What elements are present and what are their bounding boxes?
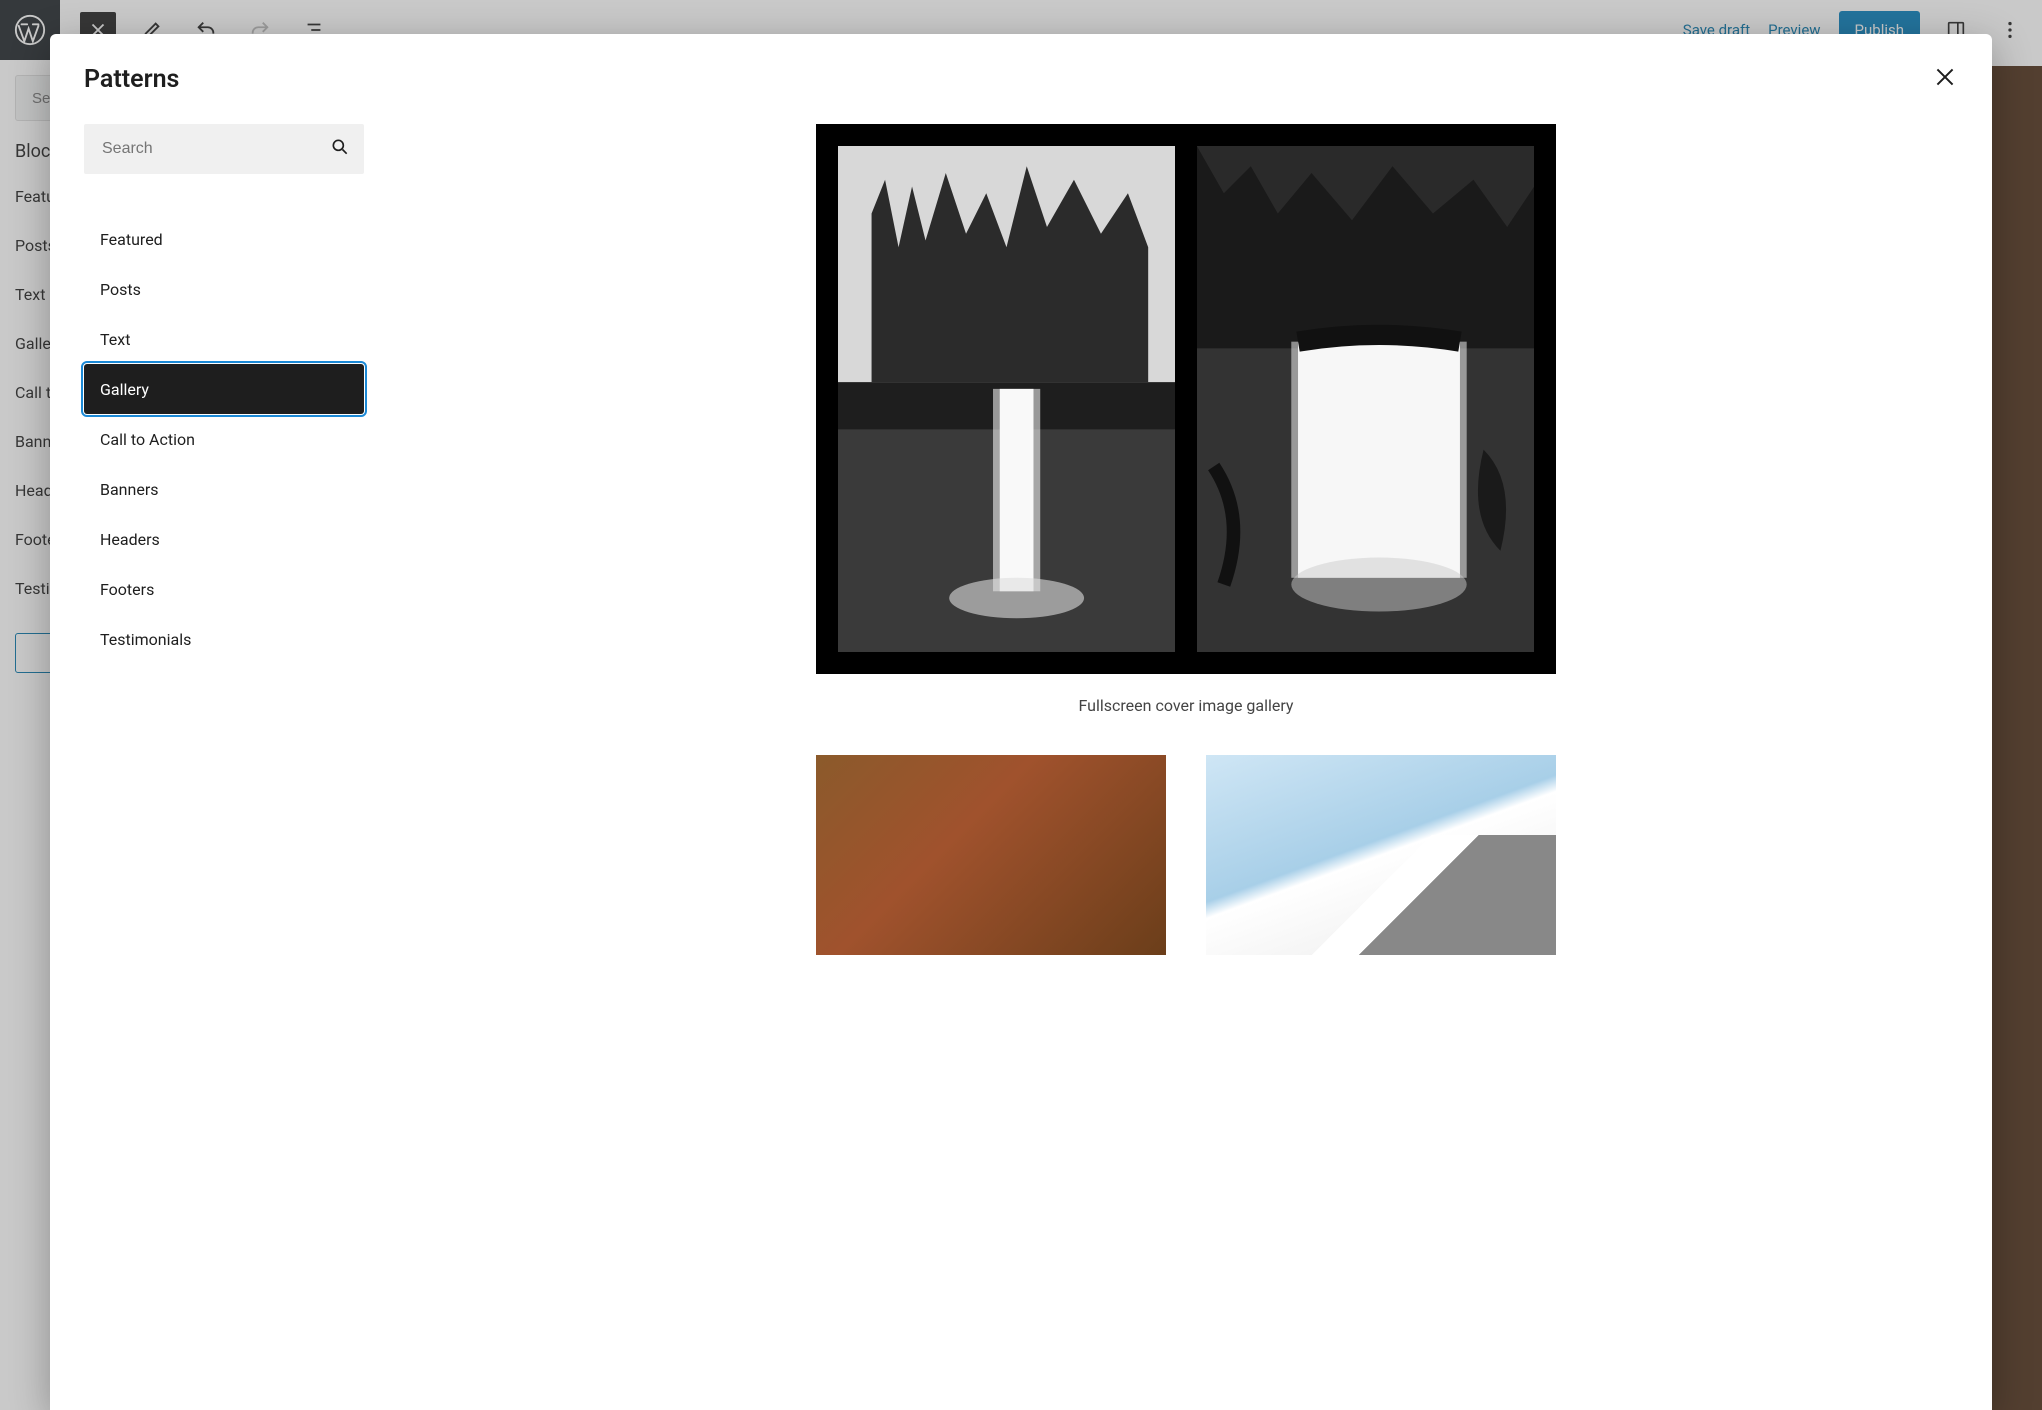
- category-gallery[interactable]: Gallery: [84, 364, 364, 414]
- pattern-preview-thumb[interactable]: [1206, 755, 1556, 955]
- pattern-label: Fullscreen cover image gallery: [816, 674, 1556, 755]
- preview-image-left: [838, 146, 1175, 652]
- modal-close-button[interactable]: [1932, 64, 1958, 94]
- pattern-card-fullscreen-gallery: Fullscreen cover image gallery: [816, 124, 1556, 755]
- category-text[interactable]: Text: [84, 314, 364, 364]
- pattern-search-wrap: [84, 124, 364, 174]
- pattern-search-input[interactable]: [84, 124, 364, 174]
- category-footers[interactable]: Footers: [84, 564, 364, 614]
- pattern-preview[interactable]: [816, 124, 1556, 674]
- patterns-modal: Patterns Featured Posts Text Gallery Cal…: [50, 34, 1992, 1410]
- category-featured[interactable]: Featured: [84, 214, 364, 264]
- pattern-results: Fullscreen cover image gallery: [414, 124, 1958, 1410]
- modal-header: Patterns: [50, 34, 1992, 104]
- pattern-category-list: Featured Posts Text Gallery Call to Acti…: [84, 214, 364, 664]
- pattern-row-2: [816, 755, 1556, 955]
- waterfall-image-icon: [838, 146, 1175, 652]
- category-posts[interactable]: Posts: [84, 264, 364, 314]
- modal-title: Patterns: [84, 65, 179, 94]
- category-testimonials[interactable]: Testimonials: [84, 614, 364, 664]
- pattern-preview-thumb[interactable]: [816, 755, 1166, 955]
- preview-image-right: [1197, 146, 1534, 652]
- category-banners[interactable]: Banners: [84, 464, 364, 514]
- close-icon: [1932, 64, 1958, 90]
- search-icon: [330, 137, 350, 161]
- modal-body: Featured Posts Text Gallery Call to Acti…: [50, 104, 1992, 1410]
- pattern-category-column: Featured Posts Text Gallery Call to Acti…: [84, 124, 364, 1410]
- category-call-to-action[interactable]: Call to Action: [84, 414, 364, 464]
- category-headers[interactable]: Headers: [84, 514, 364, 564]
- waterfall-image-icon: [1197, 146, 1534, 652]
